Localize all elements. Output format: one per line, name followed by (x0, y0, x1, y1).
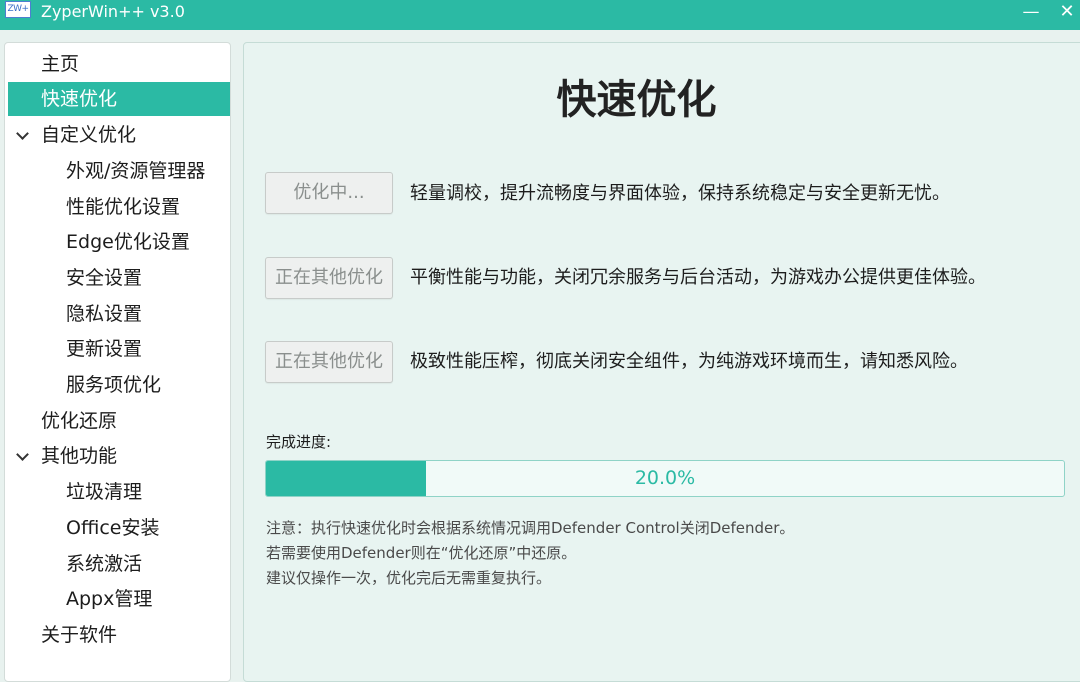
progress-bar: 20.0% (265, 460, 1065, 497)
window-title: ZyperWin++ v3.0 (41, 2, 185, 21)
sidebar-item-label: 优化还原 (41, 410, 118, 432)
sidebar-item-label: 自定义优化 (41, 124, 137, 146)
progress-label: 完成进度: (266, 433, 332, 451)
sidebar-item-home[interactable]: 主页 (8, 47, 230, 81)
light-optimize-button[interactable]: 优化中... (265, 172, 393, 214)
minimize-button[interactable]: — (1016, 0, 1046, 24)
sidebar-item-label: 关于软件 (41, 624, 118, 646)
close-button[interactable]: ✕ (1052, 0, 1080, 24)
sidebar-item-label: 服务项优化 (66, 374, 162, 396)
sidebar-item-label: 其他功能 (41, 445, 118, 467)
sidebar-item-label: Appx管理 (66, 588, 153, 610)
sidebar-item-label: 垃圾清理 (66, 481, 143, 503)
sidebar-item-other-features[interactable]: 其他功能 (8, 439, 230, 473)
sidebar-item-office-install[interactable]: Office安装 (8, 511, 230, 545)
extreme-optimize-description: 极致性能压榨，彻底关闭安全组件，为纯游戏环境而生，请知悉风险。 (410, 351, 968, 372)
note-line: 若需要使用Defender则在“优化还原”中还原。 (266, 544, 577, 562)
sidebar-item-label: 主页 (41, 53, 80, 75)
sidebar-item-label: 隐私设置 (66, 303, 143, 325)
light-optimize-description: 轻量调校，提升流畅度与界面体验，保持系统稳定与安全更新无忧。 (410, 183, 950, 204)
page-title: 快速优化 (556, 77, 717, 123)
sidebar-item-label: 更新设置 (66, 338, 143, 360)
sidebar-item-security-settings[interactable]: 安全设置 (8, 261, 230, 295)
sidebar-item-label: 快速优化 (41, 88, 118, 110)
progress-percent: 20.0% (634, 467, 696, 489)
sidebar-item-label: Office安装 (66, 517, 160, 539)
sidebar-item-custom-optimize[interactable]: 自定义优化 (8, 118, 230, 152)
sidebar-item-label: 性能优化设置 (66, 196, 181, 218)
sidebar-item-service-optimize[interactable]: 服务项优化 (8, 368, 230, 402)
sidebar-item-appx-manager[interactable]: Appx管理 (8, 582, 230, 616)
minimize-icon: — (1022, 2, 1040, 22)
extreme-optimize-button[interactable]: 正在其他优化 (265, 341, 393, 383)
close-icon: ✕ (1059, 1, 1075, 22)
sidebar-item-label: 外观/资源管理器 (66, 160, 206, 182)
sidebar-item-junk-cleanup[interactable]: 垃圾清理 (8, 475, 230, 509)
chevron-down-icon[interactable] (16, 448, 29, 461)
sidebar-item-about[interactable]: 关于软件 (8, 618, 230, 652)
sidebar-item-label: 系统激活 (66, 553, 143, 575)
sidebar-item-privacy-settings[interactable]: 隐私设置 (8, 297, 230, 331)
chevron-down-icon[interactable] (16, 127, 29, 140)
sidebar-item-system-activation[interactable]: 系统激活 (8, 547, 230, 581)
sidebar-item-edge-settings[interactable]: Edge优化设置 (8, 225, 230, 259)
zyperwin-logo-icon: ZW+ (5, 1, 31, 18)
title-bar: ZW+ ZyperWin++ v3.0 — ✕ (0, 0, 1080, 30)
sidebar-item-label: Edge优化设置 (66, 231, 190, 253)
sidebar-item-optimize-restore[interactable]: 优化还原 (8, 404, 230, 438)
note-line: 建议仅操作一次，优化完后无需重复执行。 (266, 569, 552, 587)
sidebar-item-appearance-explorer[interactable]: 外观/资源管理器 (8, 154, 230, 188)
sidebar-nav: 主页 快速优化 自定义优化 外观/资源管理器 性能优化设置 Edge优化设置 安… (4, 42, 231, 682)
sidebar-item-update-settings[interactable]: 更新设置 (8, 332, 230, 366)
balanced-optimize-button[interactable]: 正在其他优化 (265, 257, 393, 299)
sidebar-item-performance-settings[interactable]: 性能优化设置 (8, 190, 230, 224)
balanced-optimize-description: 平衡性能与功能，关闭冗余服务与后台活动，为游戏办公提供更佳体验。 (410, 267, 986, 288)
note-line: 注意：执行快速优化时会根据系统情况调用Defender Control关闭Def… (266, 519, 795, 537)
sidebar-item-quick-optimize[interactable]: 快速优化 (8, 82, 230, 116)
sidebar-item-label: 安全设置 (66, 267, 143, 289)
